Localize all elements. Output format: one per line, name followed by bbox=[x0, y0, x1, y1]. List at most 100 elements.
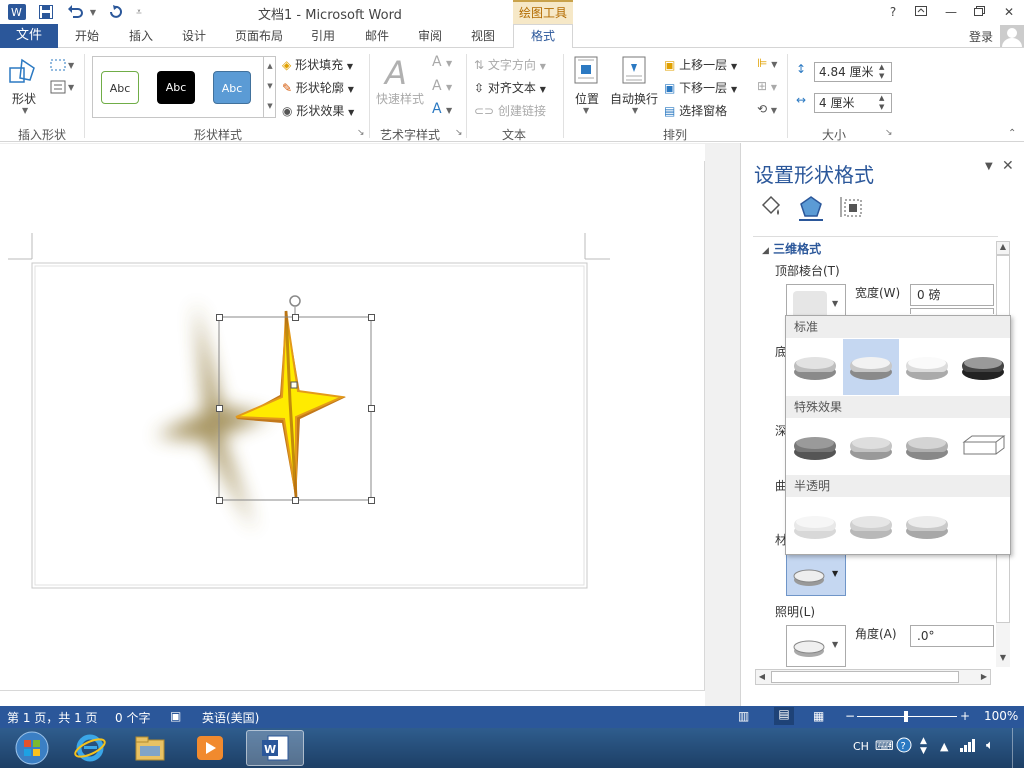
sign-in-link[interactable]: 登录 bbox=[969, 28, 993, 45]
bevel-option[interactable] bbox=[787, 339, 843, 395]
text-direction-button[interactable]: ⇅ 文字方向 ▼ bbox=[474, 56, 546, 73]
shapes-dropdown-icon[interactable]: ▼ bbox=[22, 106, 28, 115]
undo-dropdown-icon[interactable]: ▼ bbox=[84, 3, 102, 21]
help-tray-icon[interactable]: ? bbox=[896, 737, 912, 756]
tab-view[interactable]: 视图 bbox=[471, 24, 495, 48]
bring-forward-button[interactable]: ▣ 上移一层 ▼ bbox=[664, 56, 737, 73]
section-3d-format[interactable]: ◢ 三维格式 bbox=[762, 240, 821, 257]
tab-format[interactable]: 格式 bbox=[513, 24, 573, 49]
zoom-out-button[interactable]: − bbox=[845, 709, 855, 723]
effects-tab-icon[interactable] bbox=[799, 195, 823, 222]
word-app-icon[interactable]: W bbox=[8, 3, 26, 21]
resize-handle[interactable] bbox=[216, 497, 223, 504]
undo-icon[interactable] bbox=[66, 3, 84, 21]
bevel-height-input[interactable] bbox=[910, 308, 994, 314]
wrap-dropdown-icon[interactable]: ▼ bbox=[632, 106, 638, 115]
pane-close-icon[interactable]: ✕ bbox=[1002, 158, 1014, 174]
bevel-width-input[interactable]: 0 磅 bbox=[910, 284, 994, 306]
close-button[interactable]: ✕ bbox=[998, 2, 1020, 22]
resize-handle[interactable] bbox=[368, 497, 375, 504]
position-icon[interactable] bbox=[574, 56, 598, 87]
shape-style-outline-green[interactable]: Abc bbox=[101, 71, 139, 104]
keyboard-icon[interactable]: ⌨ bbox=[875, 739, 894, 754]
layout-properties-tab-icon[interactable] bbox=[839, 195, 863, 222]
wordart-a-icon[interactable]: A bbox=[385, 54, 407, 92]
file-explorer-icon[interactable] bbox=[122, 730, 178, 766]
document-page[interactable] bbox=[0, 161, 705, 691]
scroll-left-button[interactable]: ◀ bbox=[755, 669, 769, 685]
resize-handle[interactable] bbox=[292, 497, 299, 504]
group-icon[interactable]: ⊞ ▼ bbox=[757, 79, 777, 93]
restore-button[interactable] bbox=[968, 2, 990, 22]
page-count[interactable]: 第 1 页，共 1 页 bbox=[7, 709, 98, 726]
resize-handle[interactable] bbox=[292, 314, 299, 321]
pane-options-icon[interactable]: ▼ bbox=[985, 161, 993, 172]
text-fill-icon[interactable]: A ▼ bbox=[432, 54, 452, 70]
width-spinner[interactable]: ▲ ▼ bbox=[879, 94, 884, 112]
bevel-option[interactable] bbox=[787, 498, 843, 554]
bevel-option[interactable] bbox=[787, 419, 843, 475]
start-button[interactable] bbox=[4, 730, 60, 766]
size-launcher-icon[interactable]: ↘ bbox=[885, 128, 893, 138]
shape-effects-button[interactable]: ◉ 形状效果 ▼ bbox=[282, 102, 354, 119]
wrap-text-icon[interactable] bbox=[622, 56, 646, 87]
scroll-right-button[interactable]: ▶ bbox=[977, 669, 991, 685]
proofing-icon[interactable]: ▣ bbox=[170, 709, 181, 723]
send-backward-button[interactable]: ▣ 下移一层 ▼ bbox=[664, 79, 737, 96]
shape-outline-button[interactable]: ✎ 形状轮廓 ▼ bbox=[282, 79, 354, 96]
create-link-button[interactable]: ⊂⊃ 创建链接 bbox=[474, 102, 546, 119]
network-icon[interactable] bbox=[960, 738, 976, 755]
save-icon[interactable] bbox=[37, 3, 55, 21]
shape-styles-launcher-icon[interactable]: ↘ bbox=[357, 128, 365, 138]
position-dropdown-icon[interactable]: ▼ bbox=[583, 106, 589, 115]
align-icon[interactable]: ⊫ ▼ bbox=[757, 56, 777, 70]
input-language-indicator[interactable]: CH bbox=[853, 740, 869, 753]
align-text-button[interactable]: ⇳ 对齐文本 ▼ bbox=[474, 79, 546, 96]
collapse-ribbon-icon[interactable]: ⌃ bbox=[1008, 128, 1016, 139]
selection-pane-button[interactable]: ▤ 选择窗格 bbox=[664, 102, 727, 119]
help-button[interactable]: ? bbox=[882, 2, 904, 22]
rotate-icon[interactable]: ⟲ ▼ bbox=[757, 102, 777, 116]
tab-home[interactable]: 开始 bbox=[75, 24, 99, 48]
tab-file[interactable]: 文件 bbox=[0, 24, 58, 48]
bevel-option[interactable] bbox=[955, 339, 1011, 395]
scroll-down-button[interactable]: ▼ bbox=[996, 653, 1010, 667]
bevel-option-wireframe[interactable] bbox=[955, 419, 1011, 475]
zoom-level[interactable]: 100% bbox=[984, 709, 1018, 723]
pane-hscroll-thumb[interactable] bbox=[771, 671, 959, 683]
fill-line-tab-icon[interactable] bbox=[759, 195, 781, 222]
shape-fill-button[interactable]: ◈ 形状填充 ▼ bbox=[282, 56, 353, 73]
web-layout-icon[interactable]: ▦ bbox=[813, 709, 824, 723]
height-spinner[interactable]: ▲ ▼ bbox=[879, 63, 884, 81]
user-avatar[interactable] bbox=[1000, 25, 1024, 47]
lighting-button[interactable]: ▼ bbox=[786, 625, 846, 667]
volume-icon[interactable]: 🔈︎ bbox=[986, 738, 994, 753]
ribbon-display-options-button[interactable] bbox=[910, 2, 932, 22]
edit-shape-icon[interactable]: ▼ bbox=[50, 58, 76, 75]
tab-review[interactable]: 审阅 bbox=[418, 24, 442, 48]
bevel-option[interactable] bbox=[899, 339, 955, 395]
tab-page-layout[interactable]: 页面布局 bbox=[235, 24, 283, 48]
language-indicator[interactable]: 英语(美国) bbox=[202, 709, 259, 726]
word-count[interactable]: 0 个字 bbox=[115, 709, 150, 726]
bevel-option[interactable] bbox=[899, 419, 955, 475]
action-center-icon[interactable]: ▲ bbox=[940, 740, 948, 753]
material-button[interactable]: ▼ bbox=[786, 554, 846, 596]
minimize-button[interactable]: — bbox=[940, 2, 962, 22]
text-effects-icon[interactable]: A ▼ bbox=[432, 101, 452, 117]
redo-icon[interactable] bbox=[106, 3, 124, 21]
tab-insert[interactable]: 插入 bbox=[129, 24, 153, 48]
zoom-in-button[interactable]: + bbox=[960, 709, 970, 723]
wordart-launcher-icon[interactable]: ↘ bbox=[455, 128, 463, 138]
word-taskbar-button[interactable]: W bbox=[246, 730, 304, 766]
resize-handle[interactable] bbox=[216, 405, 223, 412]
resize-handle[interactable] bbox=[368, 314, 375, 321]
show-desktop-button[interactable] bbox=[1012, 728, 1024, 768]
bevel-option[interactable] bbox=[843, 419, 899, 475]
resize-handle[interactable] bbox=[368, 405, 375, 412]
scroll-up-button[interactable]: ▲ bbox=[996, 241, 1010, 255]
wrap-text-button[interactable]: 自动换行 bbox=[610, 90, 658, 107]
read-mode-icon[interactable]: ▥ bbox=[738, 709, 749, 723]
bevel-option-selected[interactable] bbox=[843, 339, 899, 395]
position-button[interactable]: 位置 bbox=[575, 90, 599, 107]
